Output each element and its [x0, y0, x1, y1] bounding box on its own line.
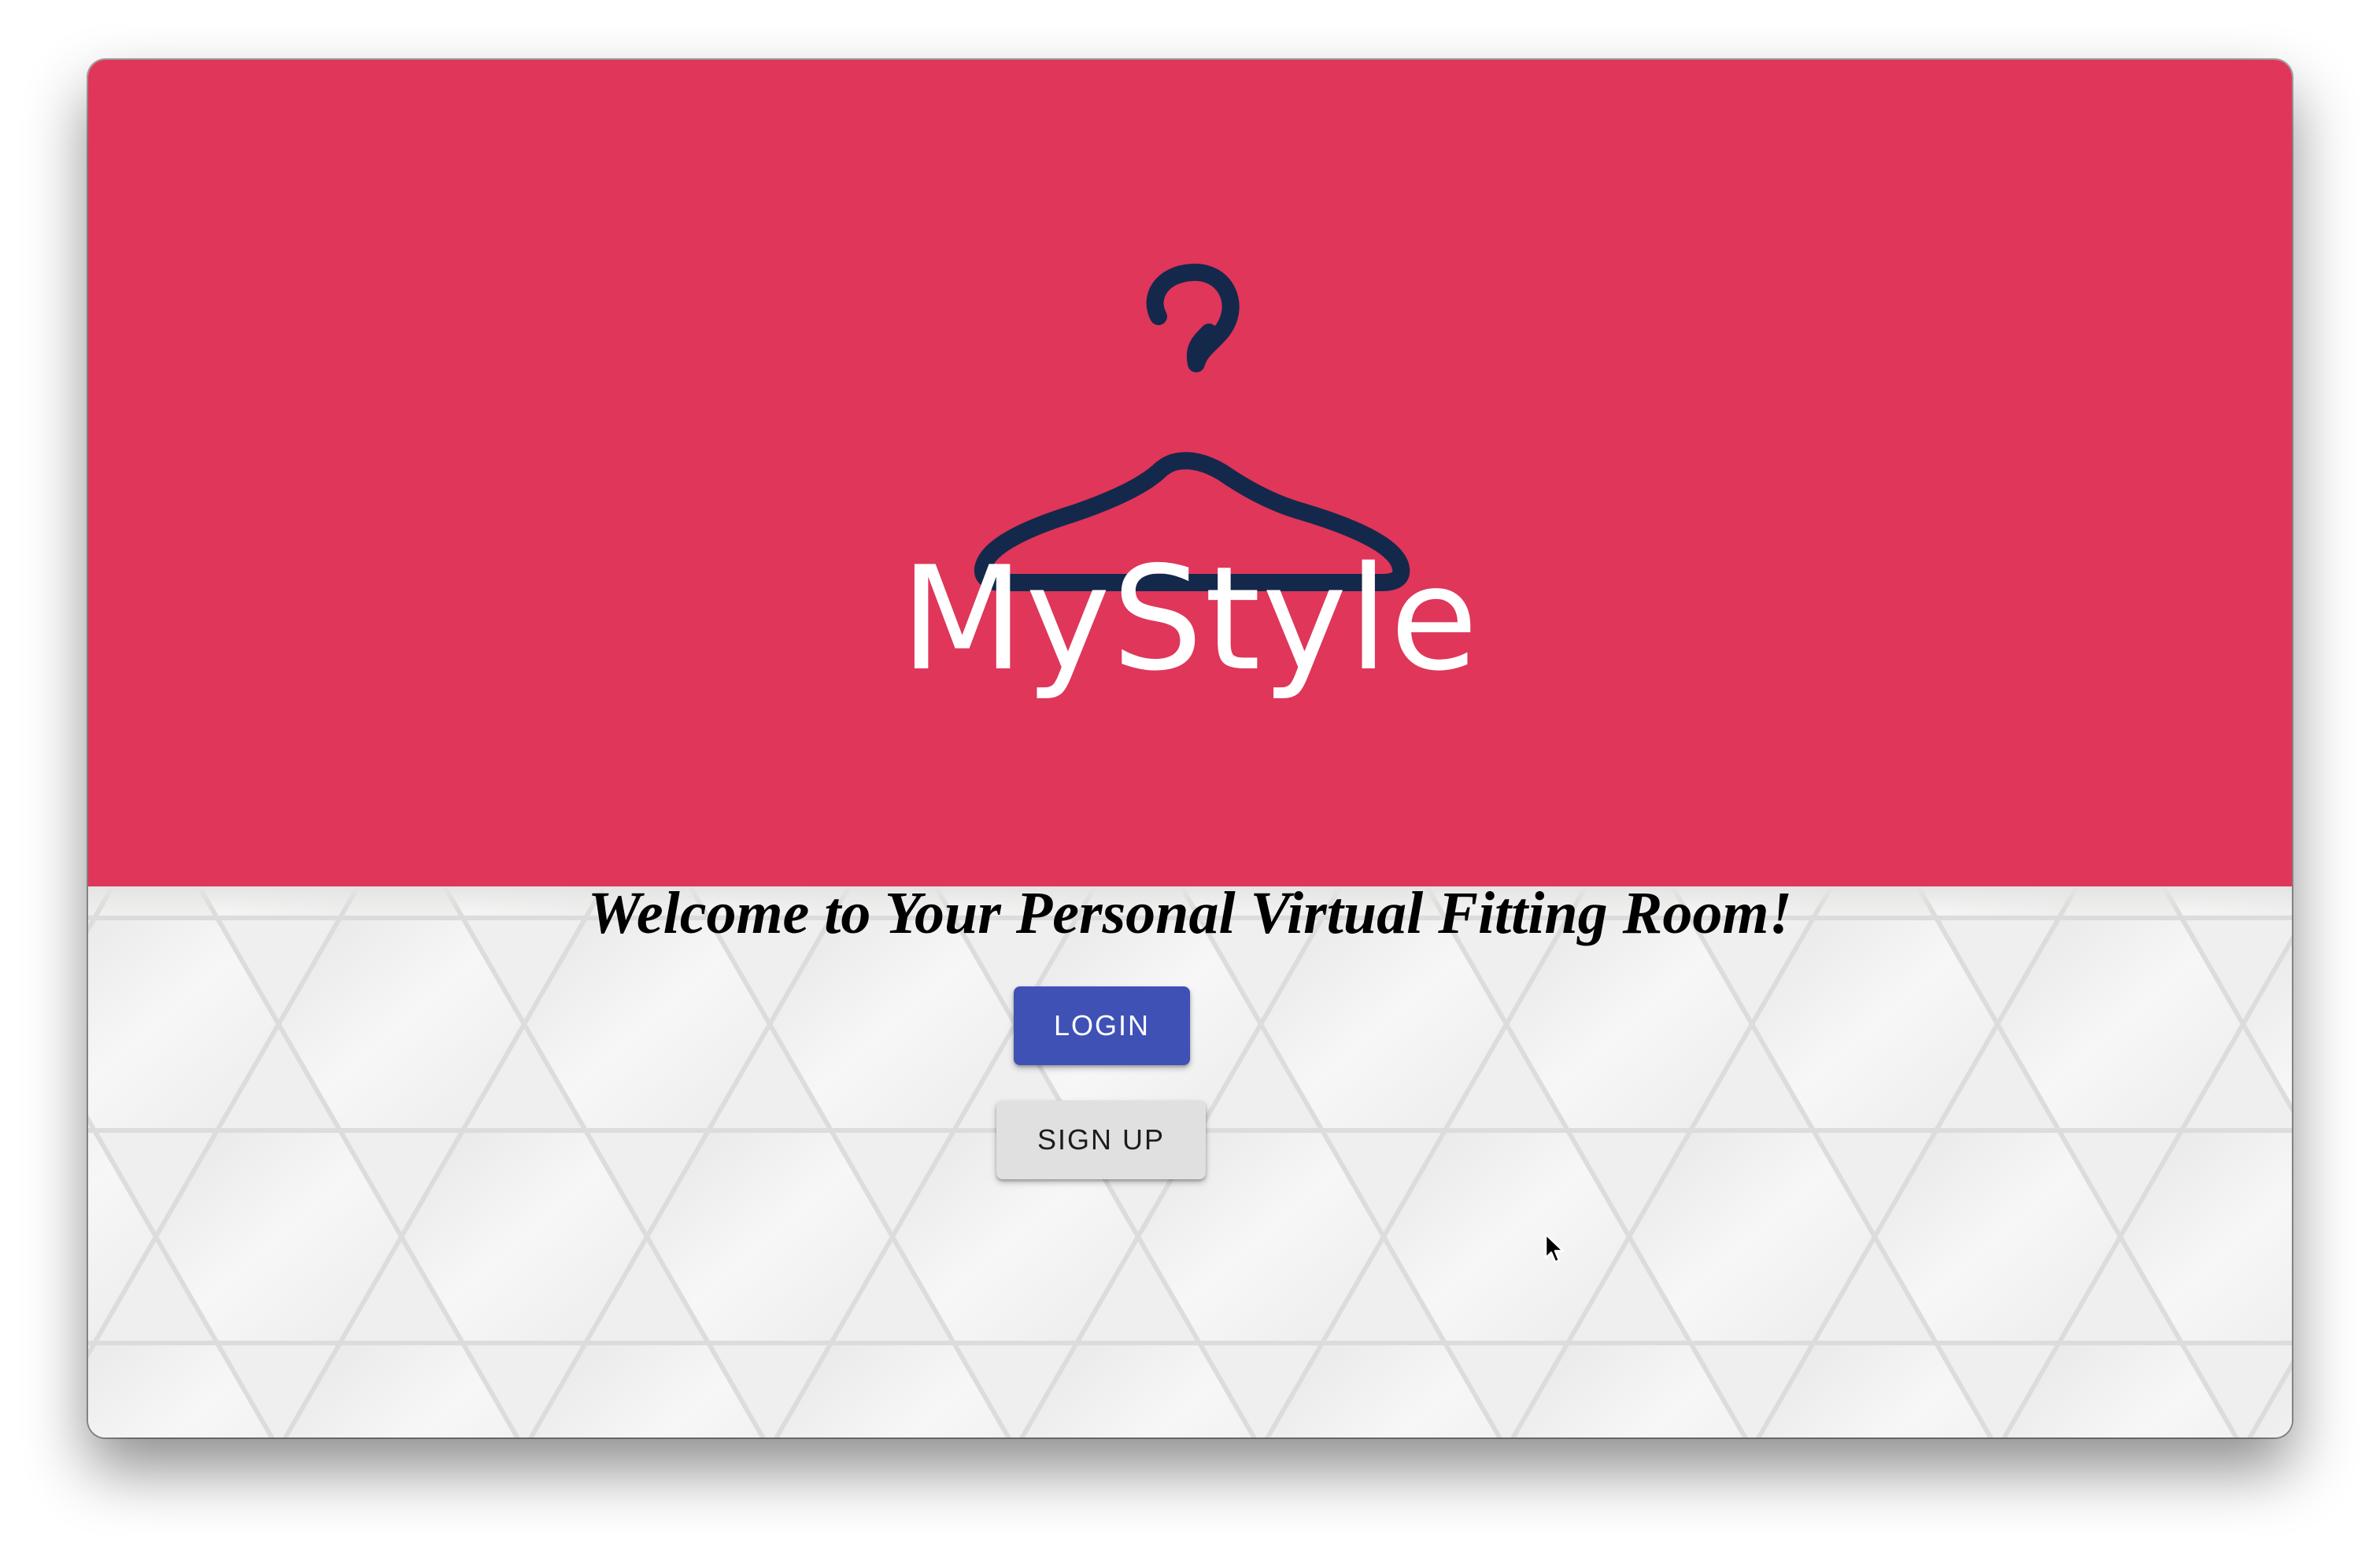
welcome-heading: Welcome to Your Personal Virtual Fitting… — [587, 880, 1793, 946]
mouse-cursor-icon — [1544, 1233, 1565, 1264]
hero-banner: MyStyle — [88, 60, 2292, 886]
brand-title: MyStyle — [900, 535, 1480, 702]
login-button[interactable]: LOGIN — [1014, 986, 1190, 1065]
signup-button[interactable]: SIGN UP — [996, 1101, 1206, 1179]
app-window: MyStyle — [88, 60, 2292, 1437]
